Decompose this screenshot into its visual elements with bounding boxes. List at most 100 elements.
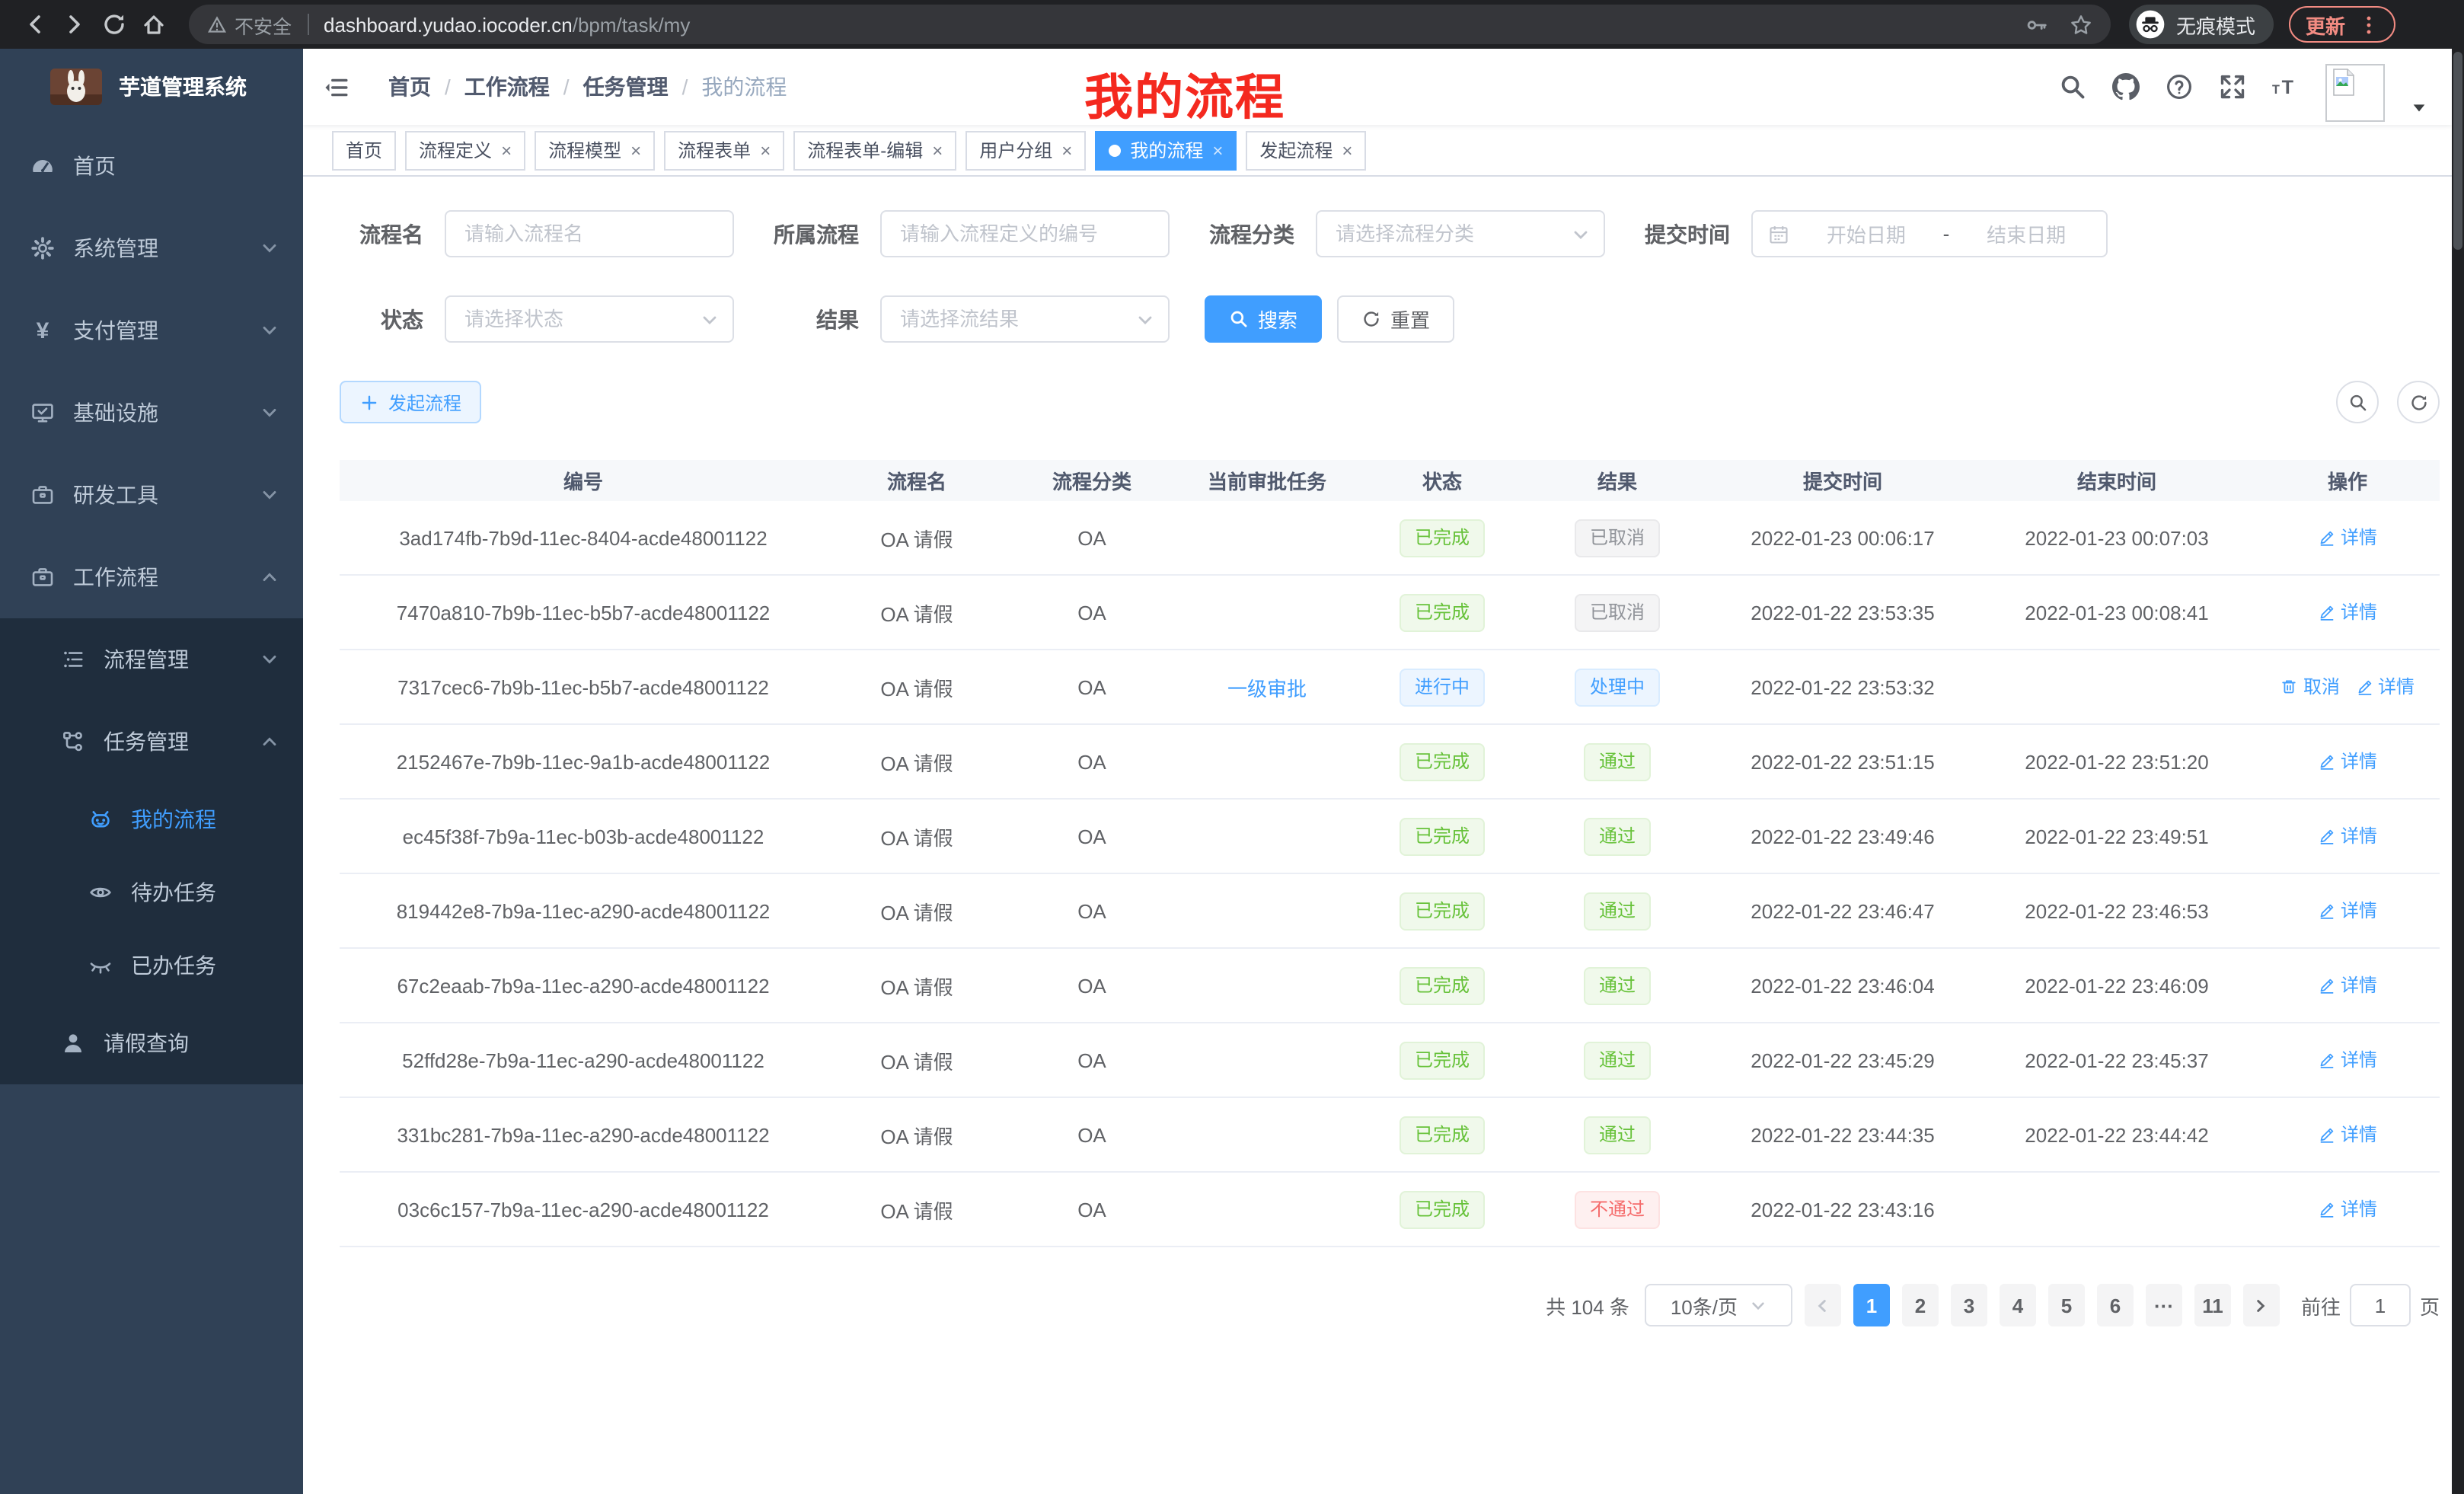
reset-button[interactable]: 重置 bbox=[1337, 295, 1454, 343]
key-icon[interactable] bbox=[2025, 13, 2048, 36]
current-task-link[interactable]: 一级审批 bbox=[1227, 677, 1307, 700]
search-button[interactable]: 搜索 bbox=[1205, 295, 1322, 343]
close-icon[interactable]: × bbox=[760, 141, 771, 159]
detail-link[interactable]: 详情 bbox=[2318, 823, 2377, 849]
tab-start-process[interactable]: 发起流程× bbox=[1246, 130, 1366, 170]
cell-submit-time: 2022-01-22 23:43:16 bbox=[1707, 1198, 1978, 1221]
sidebar-item-workflow[interactable]: 工作流程 bbox=[0, 536, 303, 618]
incognito-badge[interactable]: 无痕模式 bbox=[2129, 5, 2274, 44]
close-icon[interactable]: × bbox=[1061, 141, 1072, 159]
result-select-input[interactable] bbox=[882, 297, 1168, 341]
show-search-button[interactable] bbox=[2336, 381, 2379, 423]
tab-process-form[interactable]: 流程表单× bbox=[664, 130, 784, 170]
sidebar-item-task-mgmt[interactable]: 任务管理 bbox=[0, 701, 303, 783]
status-select-input[interactable] bbox=[446, 297, 732, 341]
sidebar-item-leave-query[interactable]: 请假查询 bbox=[0, 1002, 303, 1084]
breadcrumb-item[interactable]: 首页 bbox=[388, 72, 431, 102]
close-icon[interactable]: × bbox=[630, 141, 641, 159]
github-icon[interactable] bbox=[2112, 73, 2140, 101]
detail-link[interactable]: 详情 bbox=[2318, 749, 2377, 774]
security-chip[interactable]: 不安全 bbox=[207, 10, 292, 39]
search-icon[interactable] bbox=[2059, 73, 2086, 101]
tab-process-form-edit[interactable]: 流程表单-编辑× bbox=[793, 130, 956, 170]
avatar[interactable] bbox=[2325, 64, 2385, 122]
home-icon[interactable] bbox=[134, 5, 174, 44]
detail-link[interactable]: 详情 bbox=[2318, 898, 2377, 924]
caret-down-icon[interactable] bbox=[2411, 98, 2427, 115]
fullscreen-icon[interactable] bbox=[2219, 73, 2246, 101]
cell-category: OA bbox=[1007, 899, 1177, 922]
page-size-select[interactable]: 10条/页 bbox=[1645, 1284, 1792, 1326]
process-definition-input[interactable] bbox=[882, 212, 1168, 256]
result-badge: 通过 bbox=[1584, 817, 1651, 855]
tab-process-model[interactable]: 流程模型× bbox=[535, 130, 655, 170]
app-logo[interactable]: 芋道管理系统 bbox=[0, 49, 303, 125]
process-table: 编号流程名流程分类当前审批任务状态结果提交时间结束时间操作 3ad174fb-7… bbox=[340, 460, 2440, 1247]
page-button-6[interactable]: 6 bbox=[2097, 1284, 2134, 1326]
close-icon[interactable]: × bbox=[501, 141, 512, 159]
result-select[interactable] bbox=[880, 295, 1170, 343]
sidebar-item-my-process[interactable]: 我的流程 bbox=[0, 783, 303, 856]
detail-link[interactable]: 详情 bbox=[2318, 1196, 2377, 1222]
font-size-icon[interactable]: TT bbox=[2272, 73, 2300, 101]
end-date-placeholder[interactable]: 结束日期 bbox=[1961, 219, 2091, 248]
reload-icon[interactable] bbox=[94, 5, 134, 44]
page-button-2[interactable]: 2 bbox=[1902, 1284, 1939, 1326]
back-icon[interactable] bbox=[15, 5, 55, 44]
sidebar-item-system[interactable]: 系统管理 bbox=[0, 207, 303, 289]
detail-link[interactable]: 详情 bbox=[2318, 525, 2377, 551]
process-name-input[interactable] bbox=[446, 212, 732, 256]
create-process-button[interactable]: 发起流程 bbox=[340, 381, 481, 423]
chevron-down-icon bbox=[1572, 225, 1590, 243]
prev-page-button[interactable] bbox=[1805, 1284, 1841, 1326]
goto-page-input[interactable] bbox=[2350, 1284, 2411, 1326]
page-button-4[interactable]: 4 bbox=[2000, 1284, 2036, 1326]
page-button-5[interactable]: 5 bbox=[2048, 1284, 2085, 1326]
scrollbar-thumb[interactable] bbox=[2453, 52, 2462, 250]
sidebar-item-todo-tasks[interactable]: 待办任务 bbox=[0, 856, 303, 929]
page-button-1[interactable]: 1 bbox=[1853, 1284, 1890, 1326]
tab-process-definition[interactable]: 流程定义× bbox=[405, 130, 525, 170]
status-select[interactable] bbox=[445, 295, 734, 343]
detail-link[interactable]: 详情 bbox=[2355, 674, 2415, 700]
tab-my-process[interactable]: 我的流程× bbox=[1095, 130, 1237, 170]
date-range-picker[interactable]: 开始日期 - 结束日期 bbox=[1751, 210, 2108, 257]
tab-home[interactable]: 首页 bbox=[332, 130, 396, 170]
close-icon[interactable]: × bbox=[932, 141, 943, 159]
forward-icon[interactable] bbox=[55, 5, 94, 44]
start-date-placeholder[interactable]: 开始日期 bbox=[1802, 219, 1931, 248]
eye-icon bbox=[88, 880, 113, 905]
more-pages-button[interactable]: ··· bbox=[2146, 1284, 2182, 1326]
detail-link[interactable]: 详情 bbox=[2318, 1122, 2377, 1148]
cancel-link[interactable]: 取消 bbox=[2280, 674, 2340, 700]
detail-link[interactable]: 详情 bbox=[2318, 1047, 2377, 1073]
sidebar-item-home[interactable]: 首页 bbox=[0, 125, 303, 207]
page-button-11[interactable]: 11 bbox=[2194, 1284, 2231, 1326]
close-icon[interactable]: × bbox=[1342, 141, 1352, 159]
cell-id: 7317cec6-7b9b-11ec-b5b7-acde48001122 bbox=[340, 675, 827, 698]
detail-link[interactable]: 详情 bbox=[2318, 599, 2377, 625]
url-bar[interactable]: 不安全 dashboard.yudao.iocoder.cn/bpm/task/… bbox=[189, 5, 2111, 44]
help-icon[interactable] bbox=[2166, 73, 2193, 101]
sidebar-item-infrastructure[interactable]: 基础设施 bbox=[0, 372, 303, 454]
close-icon[interactable]: × bbox=[1212, 141, 1223, 159]
kebab-menu-icon[interactable] bbox=[2359, 14, 2379, 34]
category-select-input[interactable] bbox=[1317, 212, 1604, 256]
page-button-3[interactable]: 3 bbox=[1951, 1284, 1987, 1326]
breadcrumb-item[interactable]: 工作流程 bbox=[464, 72, 550, 102]
tab-user-group[interactable]: 用户分组× bbox=[965, 130, 1086, 170]
sidebar-item-process-mgmt[interactable]: 流程管理 bbox=[0, 618, 303, 701]
sidebar-item-payment[interactable]: ¥支付管理 bbox=[0, 289, 303, 372]
update-button[interactable]: 更新 bbox=[2289, 6, 2395, 43]
detail-link[interactable]: 详情 bbox=[2318, 972, 2377, 998]
next-page-button[interactable] bbox=[2243, 1284, 2280, 1326]
refresh-table-button[interactable] bbox=[2397, 381, 2440, 423]
hamburger-icon[interactable] bbox=[315, 67, 355, 107]
star-icon[interactable] bbox=[2070, 13, 2092, 36]
sidebar-item-done-tasks[interactable]: 已办任务 bbox=[0, 929, 303, 1002]
page-scrollbar[interactable] bbox=[2452, 49, 2464, 1494]
sidebar-item-dev-tools[interactable]: 研发工具 bbox=[0, 454, 303, 536]
category-select[interactable] bbox=[1316, 210, 1605, 257]
breadcrumb-item[interactable]: 任务管理 bbox=[583, 72, 669, 102]
cell-result: 通过 bbox=[1527, 817, 1707, 855]
